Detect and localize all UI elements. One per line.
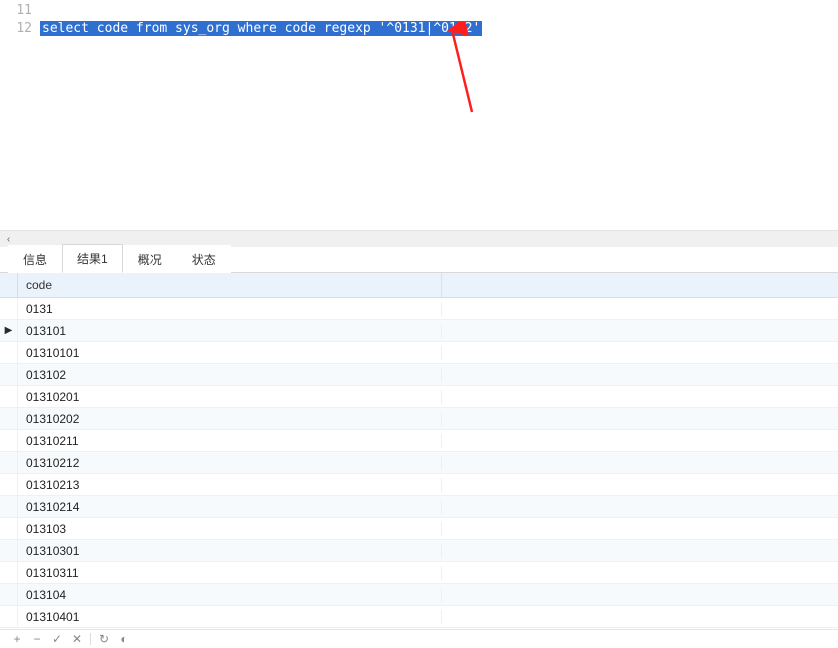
column-header-code[interactable]: code	[18, 273, 442, 297]
table-row[interactable]: 01310213	[0, 474, 838, 496]
footer-stop-icon[interactable]: ◐	[117, 632, 131, 646]
line-number: 12	[0, 20, 32, 38]
cell-code[interactable]: 013101	[18, 324, 442, 338]
cell-code[interactable]: 01310212	[18, 456, 442, 470]
footer-check-icon[interactable]: ✓	[50, 632, 64, 646]
row-marker	[0, 606, 18, 627]
cell-code[interactable]: 013104	[18, 588, 442, 602]
code-content[interactable]: select code from sys_org where code rege…	[40, 0, 838, 38]
footer-refresh-icon[interactable]: ↻	[97, 632, 111, 646]
row-marker	[0, 496, 18, 517]
cell-code[interactable]: 01310401	[18, 610, 442, 624]
row-marker	[0, 584, 18, 605]
sql-editor[interactable]: 1112 select code from sys_org where code…	[0, 0, 838, 230]
row-marker	[0, 540, 18, 561]
table-row[interactable]: 013103	[0, 518, 838, 540]
line-number: 11	[0, 2, 32, 20]
table-row[interactable]: ▶013101	[0, 320, 838, 342]
table-row[interactable]: 01310201	[0, 386, 838, 408]
cell-code[interactable]: 01310301	[18, 544, 442, 558]
table-row[interactable]: 013102	[0, 364, 838, 386]
table-row[interactable]: 01310202	[0, 408, 838, 430]
row-marker	[0, 430, 18, 451]
cell-code[interactable]: 01310213	[18, 478, 442, 492]
table-row[interactable]: 01310311	[0, 562, 838, 584]
cell-code[interactable]: 01310311	[18, 566, 442, 580]
row-marker	[0, 562, 18, 583]
cell-code[interactable]: 013103	[18, 522, 442, 536]
row-marker	[0, 342, 18, 363]
table-row[interactable]: 0131	[0, 298, 838, 320]
grid-header[interactable]: code	[0, 273, 838, 298]
row-marker	[0, 474, 18, 495]
row-marker	[0, 408, 18, 429]
row-marker	[0, 386, 18, 407]
row-marker	[0, 518, 18, 539]
table-row[interactable]: 01310214	[0, 496, 838, 518]
line-number-gutter: 1112	[0, 0, 40, 230]
footer-add-icon[interactable]: +	[10, 632, 24, 646]
cell-code[interactable]: 01310201	[18, 390, 442, 404]
tab-info[interactable]: 信息	[8, 245, 62, 273]
selected-sql[interactable]: select code from sys_org where code rege…	[40, 21, 482, 36]
row-marker	[0, 452, 18, 473]
row-marker	[0, 364, 18, 385]
grid-body[interactable]: 0131▶01310101310101013102013102010131020…	[0, 298, 838, 628]
cell-code[interactable]: 01310101	[18, 346, 442, 360]
table-row[interactable]: 01310401	[0, 606, 838, 628]
row-marker-header	[0, 273, 18, 297]
cell-code[interactable]: 01310202	[18, 412, 442, 426]
footer-remove-icon[interactable]: −	[30, 632, 44, 646]
footer-cancel-icon[interactable]: ✕	[70, 632, 84, 646]
row-marker	[0, 298, 18, 319]
cell-code[interactable]: 013102	[18, 368, 442, 382]
result-grid: code 0131▶013101013101010131020131020101…	[0, 273, 838, 628]
code-line[interactable]: select code from sys_org where code rege…	[40, 20, 838, 38]
tab-status[interactable]: 状态	[177, 245, 231, 273]
result-tabs: 信息 结果1 概况 状态	[0, 247, 838, 273]
code-line[interactable]	[40, 2, 838, 20]
cell-code[interactable]: 01310211	[18, 434, 442, 448]
footer-toolbar: + − ✓ ✕ ↻ ◐	[0, 630, 838, 648]
row-marker: ▶	[0, 320, 18, 341]
footer-separator	[90, 633, 91, 645]
tab-result1[interactable]: 结果1	[62, 244, 123, 273]
table-row[interactable]: 01310301	[0, 540, 838, 562]
cell-code[interactable]: 0131	[18, 302, 442, 316]
table-row[interactable]: 013104	[0, 584, 838, 606]
cell-code[interactable]: 01310214	[18, 500, 442, 514]
tab-overview[interactable]: 概况	[123, 245, 177, 273]
table-row[interactable]: 01310212	[0, 452, 838, 474]
table-row[interactable]: 01310101	[0, 342, 838, 364]
table-row[interactable]: 01310211	[0, 430, 838, 452]
